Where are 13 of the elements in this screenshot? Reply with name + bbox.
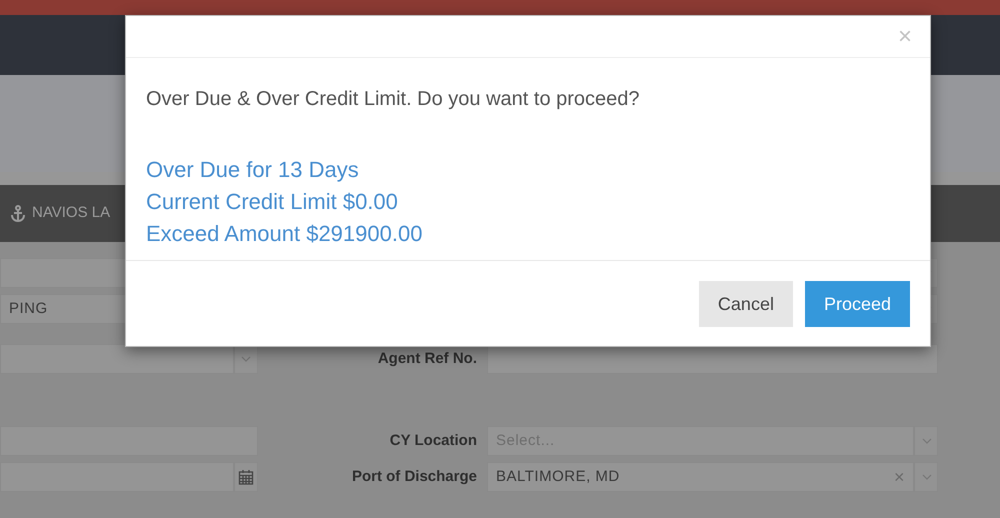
cancel-button[interactable]: Cancel <box>698 281 793 327</box>
field-label: CY Location <box>388 431 478 451</box>
detail-line: Over Due for 13 Days <box>146 156 360 184</box>
field-label: Port of Discharge <box>350 467 478 487</box>
close-button[interactable]: × <box>898 24 912 48</box>
select-field[interactable]: BALTIMORE, MD × <box>487 462 914 492</box>
field-label: Agent Ref No. <box>376 349 478 369</box>
tab-label[interactable]: NAVIOS LA <box>10 202 110 225</box>
proceed-button[interactable]: Proceed <box>804 281 910 327</box>
dialog-message: Over Due & Over Credit Limit. Do you want to proceed? <box>146 87 641 112</box>
detail-line: Exceed Amount $291900.00 <box>146 220 424 248</box>
clear-button[interactable]: × <box>894 463 905 491</box>
detail-line: Current Credit Limit $0.00 <box>146 188 399 216</box>
